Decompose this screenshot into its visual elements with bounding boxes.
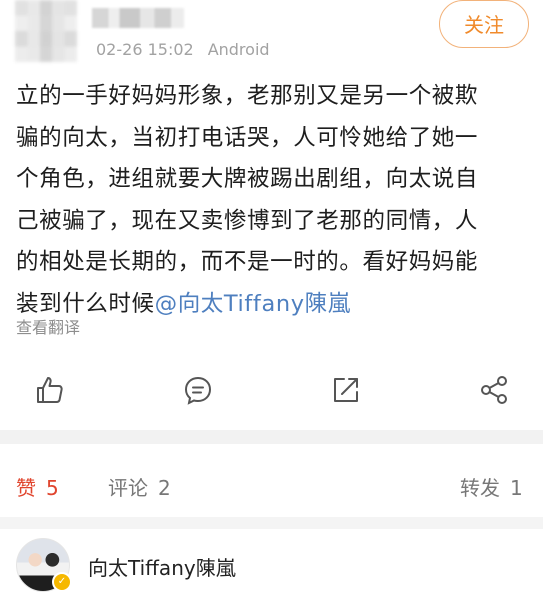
comments-count: 2 (158, 476, 171, 500)
repost-icon (334, 378, 358, 402)
post-body-line: 骗的向太，当初打电话哭，人可怜她给了她一 (16, 124, 479, 151)
action-bar (0, 360, 543, 422)
repost-button[interactable] (330, 374, 362, 406)
list-item[interactable]: ✓ 向太Tiffany陳嵐 (0, 532, 543, 597)
tab-reposts[interactable]: 转发 1 (460, 472, 523, 501)
reposts-count: 1 (510, 476, 523, 500)
comment-icon (184, 376, 212, 405)
liker-name[interactable]: 向太Tiffany陳嵐 (88, 552, 236, 581)
likes-count: 5 (46, 476, 59, 500)
verified-badge-icon: ✓ (52, 572, 72, 592)
post-body-line-last: 装到什么时候@向太Tiffany陳嵐 (16, 284, 536, 326)
likes-label: 赞 (16, 476, 36, 500)
mention-link[interactable]: @向太Tiffany陳嵐 (155, 291, 351, 317)
tab-likes[interactable]: 赞5 (16, 472, 59, 501)
post-body-line: 立的一手好妈妈形象，老那别又是另一个被欺 (16, 83, 479, 109)
post-body-line: 个角色，进组就要大牌被踢出剧组，向太说自 (16, 166, 479, 192)
post-body: 立的一手好妈妈形象，老那别又是另一个被欺 骗的向太，当初打电话哭，人可怜她给了她… (16, 76, 536, 325)
like-button[interactable] (34, 374, 66, 406)
tab-comments[interactable]: 评论 2 (108, 472, 171, 501)
translate-link[interactable]: 查看翻译 (16, 314, 80, 338)
stats-bar: 赞5 评论 2 转发 1 (0, 462, 543, 506)
follow-button[interactable]: 关注 (439, 0, 529, 48)
comments-label: 评论 (108, 476, 148, 500)
share-button[interactable] (478, 374, 510, 406)
author-avatar[interactable] (15, 0, 77, 62)
author-name-blurred[interactable] (92, 8, 184, 28)
reposts-label: 转发 (460, 476, 500, 500)
post-time: 02-26 15:02 (96, 40, 194, 59)
post-body-line: 己被骗了，现在又卖惨博到了老那的同情，人 (16, 207, 479, 234)
post-body-line: 的相处是长期的，而不是一时的。看好妈妈能 (16, 249, 479, 275)
thumb-up-icon (37, 377, 63, 403)
section-divider (0, 517, 543, 529)
post-body-text: 装到什么时候 (16, 290, 155, 317)
section-divider (0, 430, 543, 444)
share-icon (481, 376, 507, 404)
post-meta: 02-26 15:02 Android (96, 40, 270, 59)
post-header: 02-26 15:02 Android 关注 (0, 0, 543, 70)
comment-button[interactable] (182, 374, 214, 406)
post-source: Android (207, 40, 270, 59)
